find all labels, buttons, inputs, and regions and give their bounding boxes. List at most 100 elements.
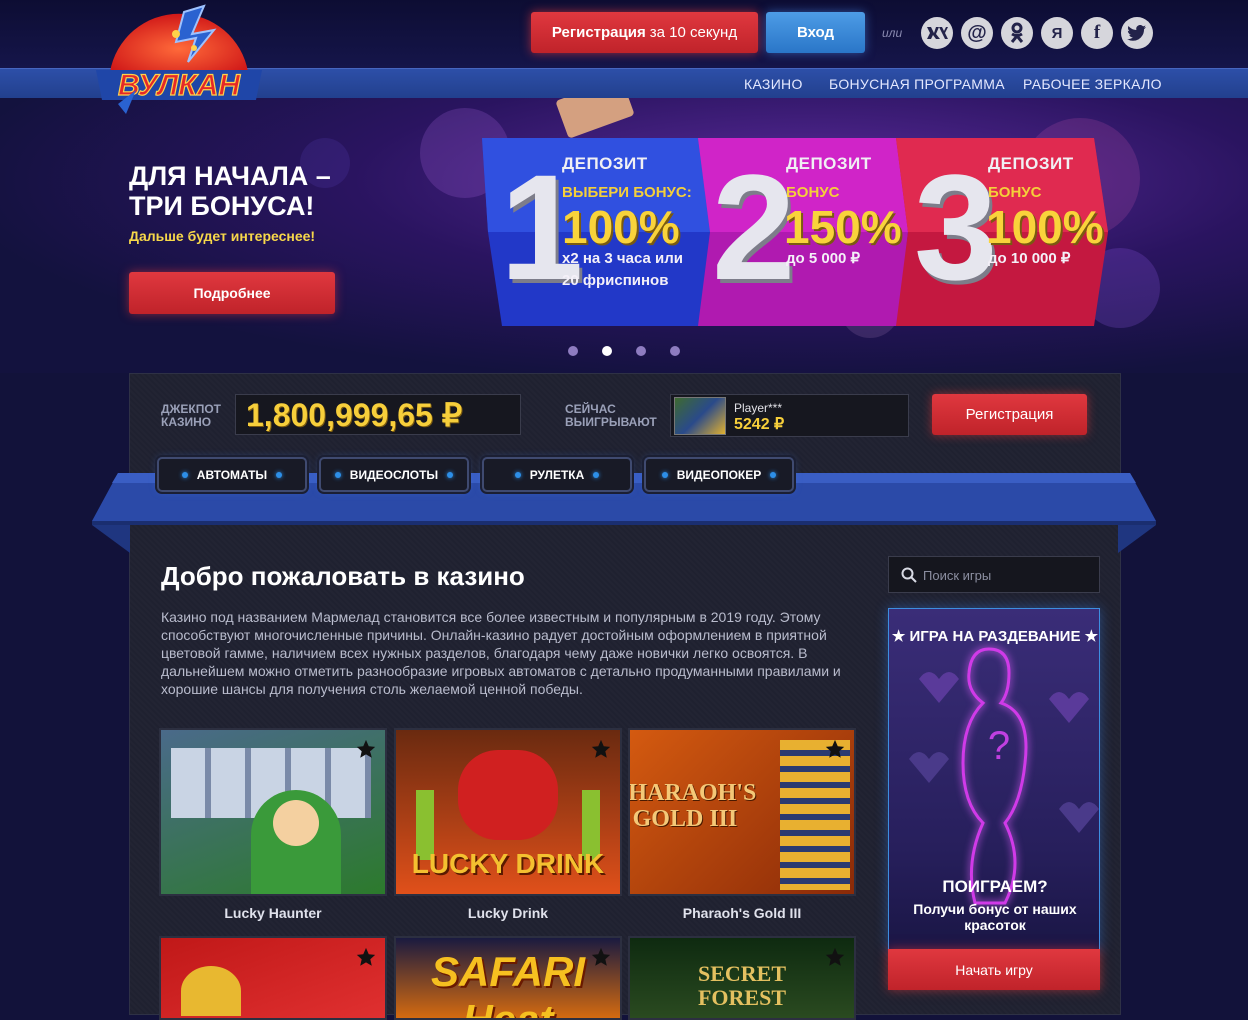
tab-videopoker-label: ВИДЕОПОКЕР: [676, 467, 762, 482]
nav-mirror[interactable]: РАБОЧЕЕ ЗЕРКАЛО: [1023, 76, 1162, 92]
game-card-pharaohs-gold[interactable]: PHARAOH'S GOLD III: [628, 728, 856, 896]
svg-text:?: ?: [988, 724, 1010, 768]
promo-title-text: ИГРА НА РАЗДЕВАНИЕ: [909, 628, 1081, 645]
deposit-label-2: БОНУС: [786, 184, 840, 201]
favorite-star-icon[interactable]: [355, 946, 377, 968]
slider-dot-3[interactable]: [636, 346, 646, 356]
game-logo: SAFARI Heat: [430, 948, 585, 1020]
deposit-number-2: 2: [712, 143, 796, 311]
favorite-star-icon[interactable]: [590, 738, 612, 760]
game-title[interactable]: Pharaoh's Gold III: [630, 905, 854, 921]
register-button[interactable]: Регистрация за 10 секунд: [531, 12, 758, 53]
vulkan-logo[interactable]: ВУЛКАН: [96, 4, 266, 116]
nav-casino[interactable]: КАЗИНО: [744, 76, 803, 92]
character-face: [273, 800, 319, 846]
pharaoh-graphic: [780, 740, 850, 890]
favorite-star-icon[interactable]: [355, 738, 377, 760]
banner-title: ДЛЯ НАЧАЛА – ТРИ БОНУСА!: [129, 161, 331, 221]
vk-icon[interactable]: [921, 17, 953, 49]
register-button-rest: за 10 секунд: [649, 24, 738, 41]
register-button-bold: Регистрация: [551, 24, 646, 41]
deposit-label-1: ВЫБЕРИ БОНУС:: [562, 184, 692, 201]
tab-slots[interactable]: АВТОМАТЫ: [157, 457, 307, 492]
game-search[interactable]: [888, 556, 1100, 594]
game-card-safari-heat[interactable]: SAFARI Heat: [394, 936, 622, 1020]
favorite-star-icon[interactable]: [590, 946, 612, 968]
deposit-percent-1: 100%: [562, 201, 680, 253]
winner-name: Player***: [734, 401, 783, 415]
deposit-card-3: 3 ДЕПОЗИТ БОНУС 100% до 10 000 ₽: [886, 138, 1108, 326]
deposit-percent-2: 150%: [784, 201, 902, 253]
tab-bullet: [593, 471, 600, 478]
tab-bullet: [661, 471, 668, 478]
tab-roulette[interactable]: РУЛЕТКА: [482, 457, 632, 492]
deposit-note-3: до 10 000 ₽: [988, 250, 1071, 267]
game-logo: LUCKY DRINK: [411, 848, 605, 879]
winner-game-thumbnail: [674, 397, 726, 435]
game-card-lucky-drink[interactable]: LUCKY DRINK: [394, 728, 622, 896]
tab-bullet: [334, 471, 341, 478]
tab-bullet: [514, 471, 521, 478]
game-logo: PHARAOH'S GOLD III: [628, 780, 757, 832]
twitter-icon[interactable]: [1121, 17, 1153, 49]
more-button[interactable]: Подробнее: [129, 272, 335, 314]
deposit-percent-3: 100%: [986, 201, 1104, 253]
mail-icon[interactable]: @: [961, 17, 993, 49]
game-card-secret-forest[interactable]: SECRET FOREST: [628, 936, 856, 1020]
winner-amount: 5242 ₽: [734, 416, 785, 433]
deposit-number-3: 3: [914, 143, 998, 311]
deposit-note-1: x2 на 3 часа или 20 фриспинов: [562, 248, 683, 292]
deposit-note-2: до 5 000 ₽: [786, 250, 861, 267]
banner-title-line2: ТРИ БОНУСА!: [129, 191, 315, 221]
or-text: или: [882, 26, 903, 40]
favorite-star-icon[interactable]: [824, 946, 846, 968]
promo-heading: ПОИГРАЕМ?: [942, 877, 1048, 896]
promo-banner: ДЛЯ НАЧАЛА – ТРИ БОНУСА! Дальше будет ин…: [0, 98, 1248, 373]
game-title[interactable]: Lucky Drink: [396, 905, 620, 921]
intro-text: Казино под названием Мармелад становится…: [161, 609, 841, 697]
search-icon: [901, 567, 917, 583]
favorite-star-icon[interactable]: [824, 738, 846, 760]
tab-slots-label: АВТОМАТЫ: [196, 467, 268, 482]
nav-bonus-program[interactable]: БОНУСНАЯ ПРОГРАММА: [829, 76, 1005, 92]
winning-label: СЕЙЧАС ВЫИГРЫВАЮТ: [565, 403, 657, 429]
start-game-button[interactable]: Начать игру: [888, 949, 1100, 990]
yandex-icon[interactable]: Я: [1041, 17, 1073, 49]
game-card-lucky-haunter[interactable]: [159, 728, 387, 896]
banner-title-line1: ДЛЯ НАЧАЛА –: [129, 161, 331, 191]
tab-videoslots[interactable]: ВИДЕОСЛОТЫ: [319, 457, 469, 492]
register-button-secondary[interactable]: Регистрация: [932, 394, 1087, 435]
devil-graphic: [458, 750, 558, 840]
slider-dot-4[interactable]: [670, 346, 680, 356]
jackpot-amount: 1,800,999,65 ₽: [235, 394, 521, 435]
page-title: Добро пожаловать в казино: [161, 561, 525, 591]
search-input[interactable]: [921, 557, 1095, 594]
game-logo: SECRET FOREST: [697, 961, 787, 1010]
deposit-note-1b: 20 фриспинов: [562, 272, 669, 289]
facebook-icon[interactable]: f: [1081, 17, 1113, 49]
deposit-label-3: БОНУС: [988, 184, 1042, 201]
login-button[interactable]: Вход: [766, 12, 865, 53]
tab-bullet: [447, 471, 454, 478]
deposit-head-1: ДЕПОЗИТ: [562, 154, 648, 173]
deposit-note-1a: x2 на 3 часа или: [562, 250, 683, 267]
game-card-crown[interactable]: [159, 936, 387, 1020]
odnoklassniki-icon[interactable]: [1001, 17, 1033, 49]
deposit-head-2: ДЕПОЗИТ: [786, 154, 872, 173]
last-winner[interactable]: Player*** 5242 ₽: [670, 394, 909, 437]
strip-game-promo[interactable]: ? ★ ИГРА НА РАЗДЕВАНИЕ ★ ПОИГРАЕМ? Получ…: [888, 608, 1100, 952]
tab-bullet: [276, 471, 283, 478]
deposit-head-3: ДЕПОЗИТ: [988, 154, 1074, 173]
tab-bullet: [181, 471, 188, 478]
jackpot-label-line2: КАЗИНО: [161, 415, 212, 429]
game-title[interactable]: Lucky Haunter: [161, 905, 385, 921]
tab-roulette-label: РУЛЕТКА: [529, 467, 585, 482]
deposit-card-2: 2 ДЕПОЗИТ БОНУС 150% до 5 000 ₽: [688, 138, 908, 326]
crown-graphic: [181, 966, 241, 1016]
slider-dot-1[interactable]: [568, 346, 578, 356]
slider-dot-2[interactable]: [602, 346, 612, 356]
promo-text-line1: Получи бонус от наших: [913, 901, 1077, 917]
tab-videopoker[interactable]: ВИДЕОПОКЕР: [644, 457, 794, 492]
jackpot-label: ДЖЕКПОТ КАЗИНО: [161, 403, 221, 429]
winning-label-line2: ВЫИГРЫВАЮТ: [565, 415, 657, 429]
